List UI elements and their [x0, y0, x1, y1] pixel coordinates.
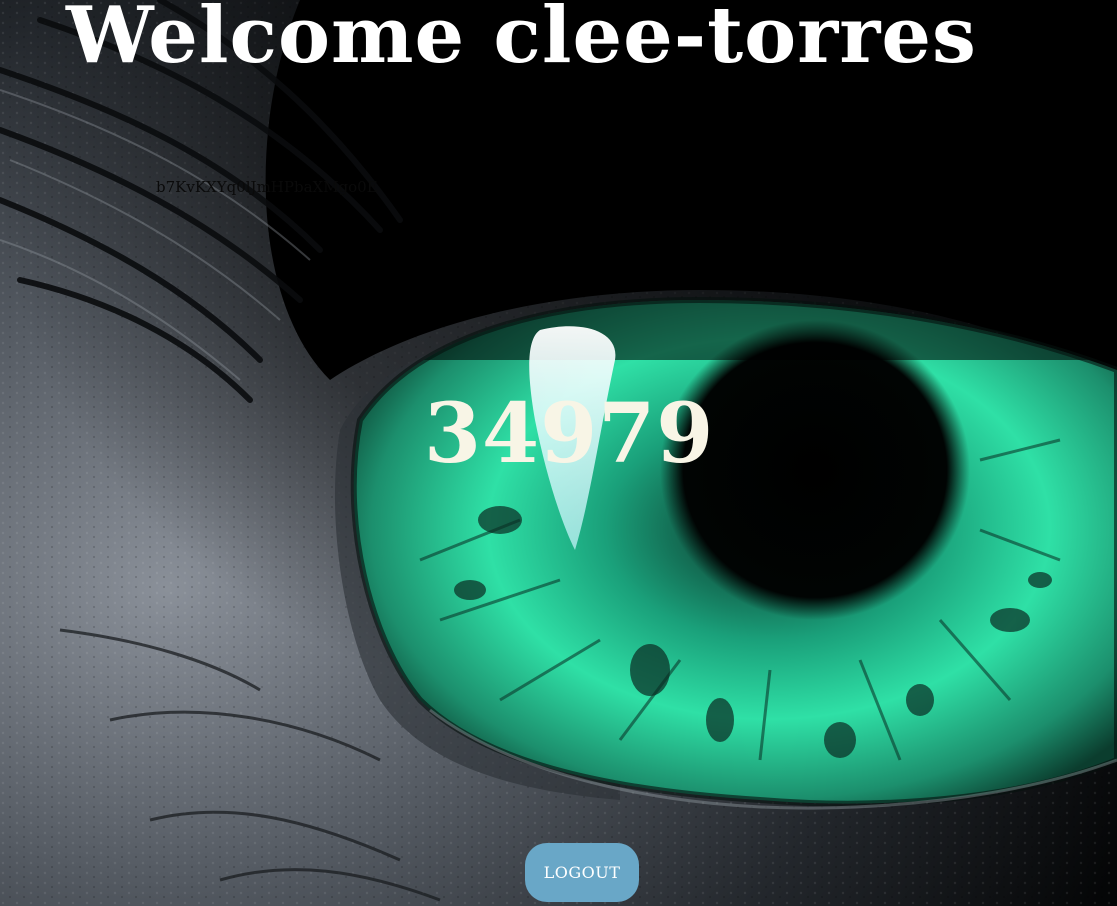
welcome-heading: Welcome clee-torres [66, 0, 977, 81]
page: Welcome clee-torres b7KvKXYq0lJmHPbaXMgo… [0, 0, 1117, 906]
session-token-text: b7KvKXYq0lJmHPbaXMgo0E [156, 178, 378, 196]
counter-value: 34979 [424, 386, 715, 482]
logout-button[interactable]: LOGOUT [525, 843, 639, 902]
